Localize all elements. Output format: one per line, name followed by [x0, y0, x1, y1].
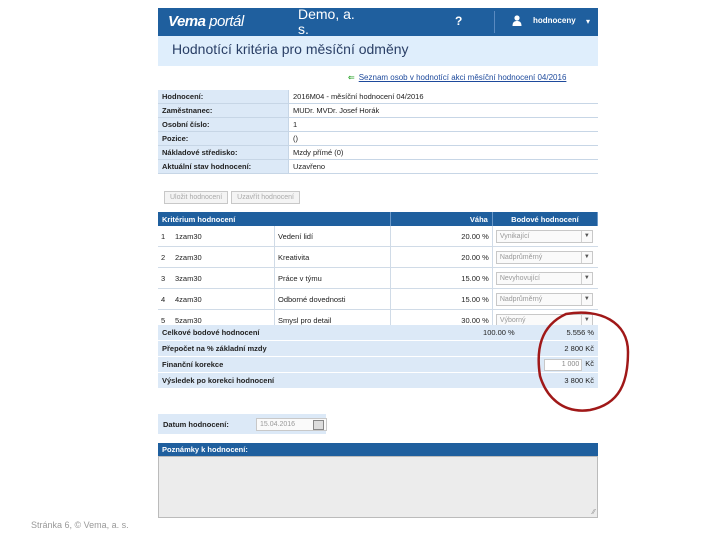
page-footer: Stránka 6, © Vema, a. s. — [31, 520, 129, 530]
red-annotation-circle — [537, 311, 630, 412]
